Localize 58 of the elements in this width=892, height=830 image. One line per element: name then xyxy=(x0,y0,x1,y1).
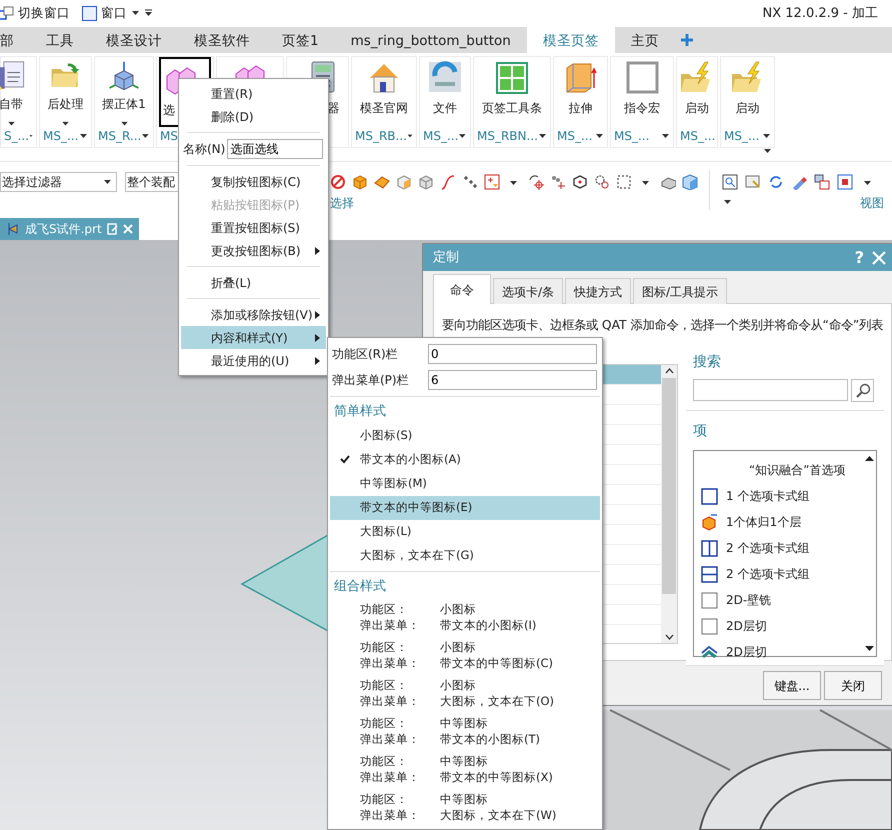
button-label: 选 xyxy=(163,102,175,118)
button-label: 器 xyxy=(328,100,340,116)
combo-label: 功能区： xyxy=(360,753,409,769)
group-label: MS_R... xyxy=(98,128,142,144)
combo-value: 带文本的小图标(I) xyxy=(440,617,538,633)
combo-value: 大图标，文本在下(O) xyxy=(440,693,556,709)
button-label: 自带 xyxy=(0,96,23,114)
combo-label: 功能区： xyxy=(360,677,409,693)
combo-value: 小图标 xyxy=(440,677,477,693)
combo-value: 小图标 xyxy=(440,639,477,655)
button-label: 后处理 xyxy=(48,96,84,114)
combo-label: 功能区： xyxy=(360,639,409,655)
group-label: MS_... xyxy=(557,128,592,144)
button-label: 摆正体1 xyxy=(102,96,146,114)
combo-label: 功能区： xyxy=(360,601,409,617)
combo-label: 弹出菜单： xyxy=(360,617,421,633)
group-label: MS_... xyxy=(680,128,716,144)
panel-label: 搜索 xyxy=(693,353,722,372)
combo-label: 功能区： xyxy=(360,791,409,807)
description-text: 要向功能区选项卡、边框条或 QAT 添加命令，选择一个类别并将命令从“命令”列表 xyxy=(442,317,884,334)
button-label: 模圣官网 xyxy=(360,100,408,116)
combo-label: 弹出菜单： xyxy=(360,655,421,671)
button-label: 页签工具条 xyxy=(482,100,542,116)
group-label: MS_... xyxy=(43,128,78,144)
field-label: 功能区(R)栏 xyxy=(332,346,399,363)
combo-value: 小图标 xyxy=(440,601,477,617)
dialog-title: 定制 xyxy=(433,248,459,267)
group-label: S_... xyxy=(4,128,30,144)
button-label: 启动 xyxy=(736,100,760,116)
window-title: NX 12.0.2.9 - 加工 xyxy=(762,4,878,22)
group-label: MS_RBN... xyxy=(477,128,538,144)
group-label: MS_... xyxy=(614,128,650,144)
field-label: 弹出菜单(P)栏 xyxy=(332,372,410,389)
combo-value: 中等图标 xyxy=(440,753,489,769)
group-label: MS_... xyxy=(724,128,760,144)
combo-label: 功能区： xyxy=(360,715,409,731)
combo-label: 弹出菜单： xyxy=(360,731,421,747)
section-header: 组合样式 xyxy=(330,570,600,598)
panel-label: 项 xyxy=(693,422,708,442)
group-label: MS_... xyxy=(423,128,458,144)
button-label: 启动 xyxy=(685,100,709,116)
combo-value: 带文本的中等图标(C) xyxy=(440,655,554,671)
combo-value: 大图标，文本在下(W) xyxy=(440,807,558,823)
combo-value: 带文本的中等图标(X) xyxy=(440,769,554,785)
combo-value: 中等图标 xyxy=(440,715,489,731)
button-label: 指令宏 xyxy=(624,100,660,116)
group-label: 视图 xyxy=(860,194,884,212)
group-label: MS_RB... xyxy=(355,128,407,144)
group-label: MS xyxy=(160,128,178,144)
group-label: 选择 xyxy=(330,194,354,212)
section-header: 简单样式 xyxy=(330,396,600,424)
combo-value: 中等图标 xyxy=(440,791,489,807)
combo-label: 弹出菜单： xyxy=(360,807,421,823)
combo-label: 弹出菜单： xyxy=(360,769,421,785)
combo-label: 弹出菜单： xyxy=(360,693,421,709)
button-label: 文件 xyxy=(433,100,457,116)
button-label: 拉伸 xyxy=(568,100,592,116)
combo-value: 带文本的小图标(T) xyxy=(440,731,541,747)
